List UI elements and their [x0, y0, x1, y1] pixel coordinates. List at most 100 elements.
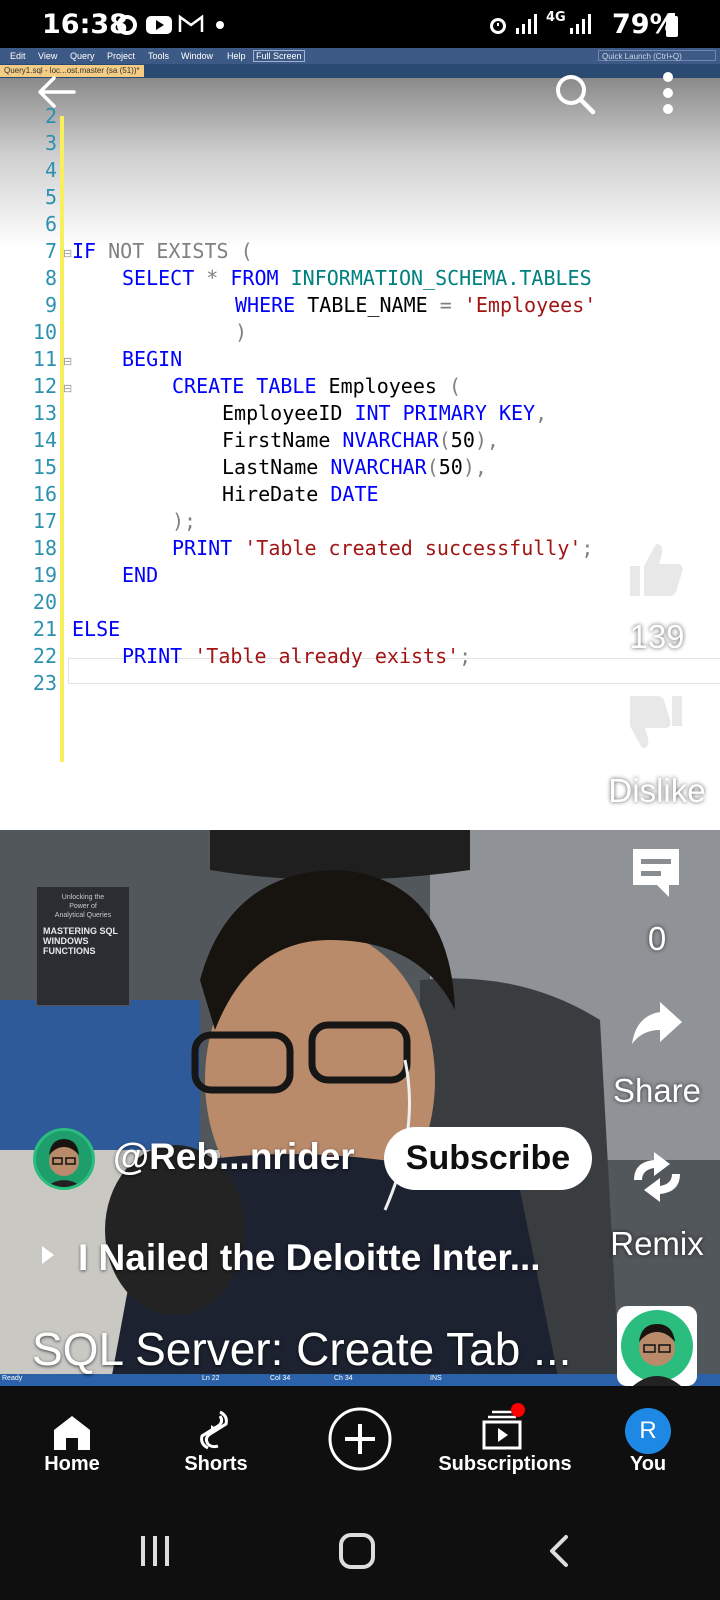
shorts-icon[interactable]	[196, 1408, 232, 1452]
code-line-17: );	[172, 509, 197, 533]
line-number: 5	[44, 185, 57, 209]
menu-edit: Edit	[10, 51, 26, 61]
menu-full-screen: Full Screen	[253, 50, 305, 62]
you-avatar[interactable]: R	[625, 1408, 671, 1454]
like-count: 139	[629, 618, 685, 655]
book-line-2: Power of	[69, 903, 97, 910]
line-number: 23	[32, 671, 57, 695]
ide-status-ch: Ch 34	[334, 1375, 353, 1382]
signal-2-icon	[570, 14, 591, 34]
alarm-icon	[490, 18, 506, 34]
share-icon[interactable]	[630, 1000, 684, 1048]
back-button-icon[interactable]	[546, 1534, 570, 1568]
line-number: 14	[32, 428, 57, 452]
play-triangle-icon	[42, 1246, 54, 1264]
line-number: 12	[32, 374, 57, 398]
line-number: 10	[32, 320, 57, 344]
book-line-3: Analytical Queries	[54, 912, 112, 919]
comment-count: 0	[647, 920, 667, 957]
line-number: 22	[32, 644, 57, 668]
code-line-8: SELECT * FROM INFORMATION_SCHEMA.TABLES	[122, 266, 592, 290]
notification-dot-icon	[216, 21, 224, 29]
related-video-link[interactable]: I Nailed the Deloitte Inter...	[78, 1237, 541, 1279]
status-bar: 16:38 4G 79%	[0, 0, 720, 48]
search-icon[interactable]	[553, 72, 597, 116]
menu-tools: Tools	[148, 51, 170, 61]
comment-icon[interactable]	[629, 845, 683, 899]
ide-status-col: Col 34	[270, 1375, 291, 1382]
channel-handle[interactable]: @Reb...nrider	[113, 1136, 355, 1178]
line-number: 19	[32, 563, 57, 587]
nav-you[interactable]: You	[573, 1453, 720, 1476]
like-icon[interactable]	[626, 540, 686, 598]
code-line-18: PRINT 'Table created successfully';	[172, 536, 594, 560]
code-line-9: WHERE TABLE_NAME = 'Employees'	[235, 293, 597, 317]
share-label: Share	[612, 1072, 702, 1109]
ide-status-ready: Ready	[2, 1375, 23, 1382]
book-line-1: Unlocking the	[61, 894, 105, 901]
overlay-fade	[0, 78, 720, 248]
menu-view: View	[38, 51, 58, 61]
remix-icon[interactable]	[628, 1150, 686, 1204]
ide-tab-bar: Query1.sql - loc...ost.master (sa (51))*	[0, 64, 720, 78]
line-number: 21	[32, 617, 57, 641]
opera-icon	[117, 15, 137, 35]
battery-icon	[666, 13, 678, 37]
back-arrow-icon[interactable]	[34, 72, 78, 112]
more-options-icon[interactable]	[660, 70, 676, 116]
network-type: 4G	[546, 10, 566, 25]
change-marker	[60, 116, 64, 762]
ide-status-ins: INS	[430, 1375, 442, 1382]
code-line-19: END	[122, 563, 159, 587]
code-line-21: ELSE	[72, 617, 121, 641]
thumbnail-image	[621, 1310, 693, 1386]
create-plus-icon[interactable]	[327, 1406, 393, 1472]
code-line-10: )	[235, 320, 248, 344]
home-icon[interactable]	[52, 1414, 92, 1452]
bottom-nav: Home Shorts Subscriptions R You	[0, 1386, 720, 1502]
code-line-12: CREATE TABLE Employees (	[172, 374, 462, 398]
ide-menu-bar: Edit View Query Project Tools Window Hel…	[0, 48, 720, 64]
line-number: 4	[44, 158, 57, 182]
code-line-14: FirstName NVARCHAR(50),	[222, 428, 499, 452]
subscribe-button[interactable]: Subscribe	[384, 1127, 592, 1190]
recent-apps-icon[interactable]	[138, 1534, 172, 1568]
system-nav-bar	[0, 1502, 720, 1600]
quick-launch: Quick Launch (Ctrl+Q)	[598, 50, 716, 61]
line-number: 20	[32, 590, 57, 614]
line-number: 7	[44, 239, 57, 263]
channel-avatar[interactable]	[33, 1128, 95, 1190]
signal-icon	[516, 14, 537, 34]
home-button-icon[interactable]	[338, 1532, 376, 1570]
code-line-7: IF NOT EXISTS (	[72, 239, 253, 263]
dislike-icon[interactable]	[626, 694, 686, 752]
remix-label: Remix	[610, 1225, 704, 1262]
line-number: 15	[32, 455, 57, 479]
menu-project: Project	[107, 51, 136, 61]
nav-subscriptions[interactable]: Subscriptions	[430, 1453, 580, 1476]
dislike-label: Dislike	[608, 772, 706, 809]
nav-shorts[interactable]: Shorts	[141, 1453, 291, 1476]
line-number: 6	[44, 212, 57, 236]
line-number: 8	[44, 266, 57, 290]
ide-screen: Edit View Query Project Tools Window Hel…	[0, 48, 720, 830]
new-content-dot-icon	[511, 1403, 525, 1417]
line-number: 18	[32, 536, 57, 560]
code-line-11: BEGIN	[122, 347, 183, 371]
book-cover: Unlocking the Power of Analytical Querie…	[36, 886, 130, 1006]
code-line-15: LastName NVARCHAR(50),	[222, 455, 487, 479]
video-title[interactable]: SQL Server: Create Tab ...	[32, 1322, 571, 1376]
menu-help: Help	[227, 51, 246, 61]
code-line-22: PRINT 'Table already exists';	[122, 644, 472, 668]
menu-window: Window	[181, 51, 214, 61]
code-line-13: EmployeeID INT PRIMARY KEY,	[222, 401, 548, 425]
line-number: 9	[44, 293, 57, 317]
nav-home[interactable]: Home	[0, 1453, 147, 1476]
line-number: 11	[32, 347, 57, 371]
book-title: MASTERING SQL WINDOWS FUNCTIONS	[43, 926, 118, 956]
line-number: 16	[32, 482, 57, 506]
sound-thumbnail[interactable]	[617, 1306, 697, 1386]
line-number: 13	[32, 401, 57, 425]
avatar-face	[46, 1139, 82, 1187]
menu-query: Query	[70, 51, 95, 61]
